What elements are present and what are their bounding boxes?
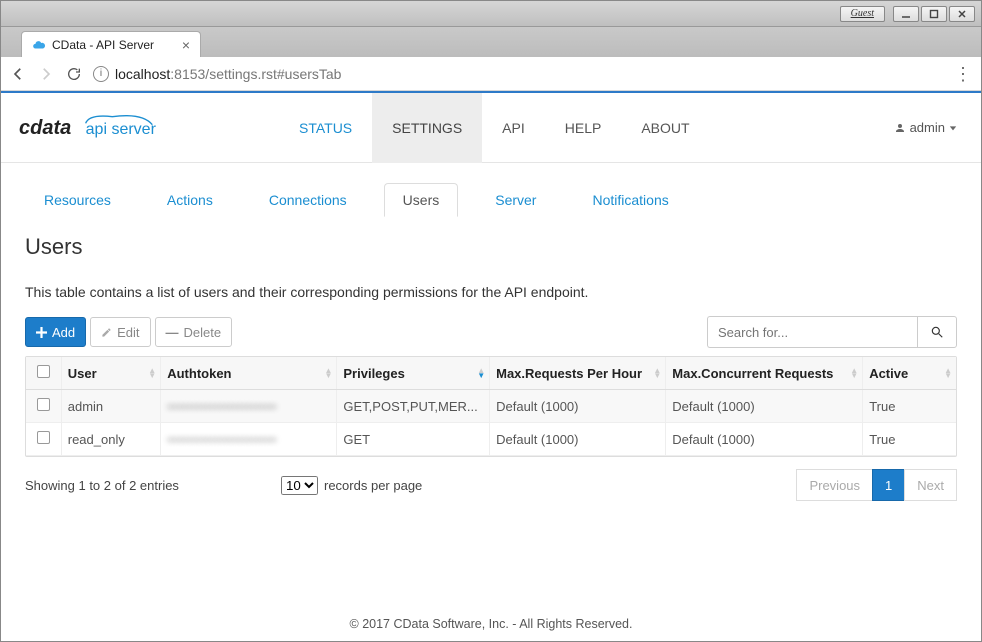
sort-icon: ▲▼ <box>944 368 952 378</box>
sort-icon: ▲▼ <box>477 368 485 378</box>
col-max-requests[interactable]: Max.Requests Per Hour▲▼ <box>490 357 666 390</box>
row-checkbox[interactable] <box>37 398 50 411</box>
guest-button[interactable]: Guest <box>840 6 885 22</box>
cell-active: True <box>863 423 956 456</box>
copyright: © 2017 CData Software, Inc. - All Rights… <box>1 617 981 631</box>
delete-button[interactable]: — Delete <box>155 317 233 347</box>
cell-max-concur: Default (1000) <box>666 390 863 423</box>
browser-tab[interactable]: CData - API Server × <box>21 31 201 57</box>
prev-button[interactable]: Previous <box>796 469 873 501</box>
table-row[interactable]: admin •••••••••••••••••••••••• GET,POST,… <box>26 390 956 423</box>
search-icon <box>930 325 944 339</box>
forward-button[interactable] <box>37 65 55 83</box>
col-active[interactable]: Active▲▼ <box>863 357 956 390</box>
cell-privileges: GET,POST,PUT,MER... <box>337 390 490 423</box>
cell-user: read_only <box>61 423 160 456</box>
close-tab-icon[interactable]: × <box>170 37 190 53</box>
table-header-row: User▲▼ Authtoken▲▼ Privileges▲▼ Max.Requ… <box>26 357 956 390</box>
plus-icon <box>36 327 47 338</box>
sort-icon: ▲▼ <box>850 368 858 378</box>
close-window-button[interactable] <box>949 6 975 22</box>
page-description: This table contains a list of users and … <box>25 284 957 300</box>
edit-button-label: Edit <box>117 325 139 340</box>
page-title: Users <box>25 234 957 260</box>
cell-privileges: GET <box>337 423 490 456</box>
user-icon <box>894 122 906 134</box>
brand-logo: cdata api server <box>19 108 219 148</box>
add-button[interactable]: Add <box>25 317 86 347</box>
records-per-page-select[interactable]: 10 <box>281 476 318 495</box>
col-user[interactable]: User▲▼ <box>61 357 160 390</box>
cell-user: admin <box>61 390 160 423</box>
user-name: admin <box>910 120 945 135</box>
tab-server[interactable]: Server <box>476 183 555 216</box>
url-box[interactable]: i localhost:8153/settings.rst#usersTab <box>93 66 943 82</box>
nav-status[interactable]: STATUS <box>279 93 372 163</box>
browser-urlbar: i localhost:8153/settings.rst#usersTab ⋮ <box>1 57 981 91</box>
users-table: User▲▼ Authtoken▲▼ Privileges▲▼ Max.Requ… <box>25 356 957 457</box>
svg-text:api server: api server <box>86 121 157 138</box>
records-per-page-label: records per page <box>324 478 422 493</box>
sort-icon: ▲▼ <box>653 368 661 378</box>
content: Users This table contains a list of user… <box>1 216 981 531</box>
toolbar: Add Edit — Delete <box>25 316 957 348</box>
site-info-icon[interactable]: i <box>93 66 109 82</box>
reload-button[interactable] <box>65 65 83 83</box>
nav-api[interactable]: API <box>482 93 545 163</box>
minus-icon: — <box>166 325 179 340</box>
minimize-button[interactable] <box>893 6 919 22</box>
maximize-button[interactable] <box>921 6 947 22</box>
row-checkbox[interactable] <box>37 431 50 444</box>
cell-max-req: Default (1000) <box>490 423 666 456</box>
sort-icon: ▲▼ <box>324 368 332 378</box>
select-all-checkbox[interactable] <box>37 365 50 378</box>
page-1-button[interactable]: 1 <box>872 469 905 501</box>
user-menu[interactable]: admin <box>894 120 957 135</box>
cell-max-req: Default (1000) <box>490 390 666 423</box>
back-button[interactable] <box>9 65 27 83</box>
delete-button-label: Delete <box>184 325 222 340</box>
app-window: Guest CData - API Server × i localhost:8… <box>0 0 982 642</box>
nav-about[interactable]: ABOUT <box>621 93 709 163</box>
col-max-concurrent[interactable]: Max.Concurrent Requests▲▼ <box>666 357 863 390</box>
pagination: Previous 1 Next <box>796 469 957 501</box>
next-button[interactable]: Next <box>904 469 957 501</box>
settings-tabs: Resources Actions Connections Users Serv… <box>1 163 981 216</box>
page-viewport: cdata api server STATUS SETTINGS API HEL… <box>1 91 981 642</box>
col-privileges[interactable]: Privileges▲▼ <box>337 357 490 390</box>
select-all-cell <box>26 357 61 390</box>
nav-help[interactable]: HELP <box>545 93 622 163</box>
table-row[interactable]: read_only •••••••••••••••••••••••• GET D… <box>26 423 956 456</box>
tab-resources[interactable]: Resources <box>25 183 130 216</box>
col-authtoken[interactable]: Authtoken▲▼ <box>161 357 337 390</box>
main-nav: STATUS SETTINGS API HELP ABOUT <box>279 93 710 163</box>
tab-connections[interactable]: Connections <box>250 183 366 216</box>
browser-tabbar: CData - API Server × <box>1 27 981 57</box>
os-titlebar: Guest <box>1 1 981 27</box>
pencil-icon <box>101 327 112 338</box>
app-header: cdata api server STATUS SETTINGS API HEL… <box>1 93 981 163</box>
sort-icon: ▲▼ <box>148 368 156 378</box>
search-button[interactable] <box>917 316 957 348</box>
cell-authtoken: •••••••••••••••••••••••• <box>161 423 337 456</box>
cell-authtoken: •••••••••••••••••••••••• <box>161 390 337 423</box>
cell-active: True <box>863 390 956 423</box>
nav-settings[interactable]: SETTINGS <box>372 93 482 163</box>
browser-tab-title: CData - API Server <box>52 38 154 52</box>
table-footer: Showing 1 to 2 of 2 entries 10 records p… <box>25 457 957 513</box>
tab-users[interactable]: Users <box>384 183 459 217</box>
svg-text:cdata: cdata <box>19 117 71 139</box>
tab-actions[interactable]: Actions <box>148 183 232 216</box>
add-button-label: Add <box>52 325 75 340</box>
url-host: localhost <box>115 66 170 82</box>
cloud-icon <box>32 38 46 52</box>
caret-down-icon <box>949 124 957 132</box>
showing-text: Showing 1 to 2 of 2 entries <box>25 478 179 493</box>
tab-notifications[interactable]: Notifications <box>573 183 687 216</box>
url-rest: :8153/settings.rst#usersTab <box>170 66 341 82</box>
cell-max-concur: Default (1000) <box>666 423 863 456</box>
search-input[interactable] <box>707 316 917 348</box>
browser-menu-button[interactable]: ⋮ <box>953 69 973 79</box>
edit-button[interactable]: Edit <box>90 317 150 347</box>
